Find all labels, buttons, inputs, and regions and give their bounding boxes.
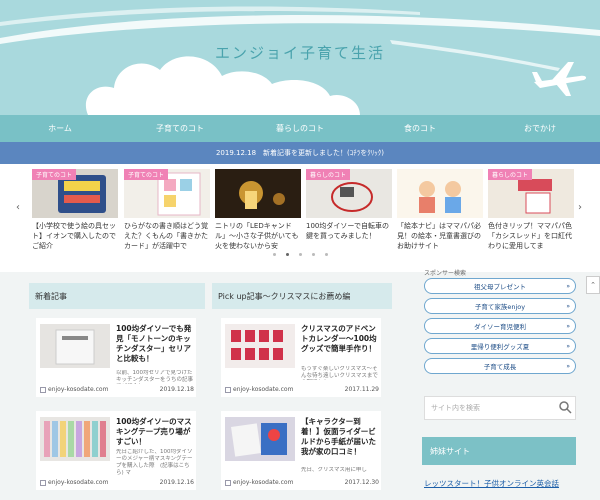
main-nav: ホーム 子育てのコト 暮らしのコト 食のコト おでかけ (0, 115, 600, 142)
article-meta: enjoy-kosodate.com 2019.12.18 (40, 386, 194, 393)
sponsor-search-button[interactable]: ダイソー育児便利 » (424, 318, 576, 334)
carousel-dot[interactable] (272, 253, 276, 256)
favicon-icon (225, 479, 231, 486)
chevron-right-icon: » (566, 322, 570, 330)
article-card[interactable]: 100均ダイソーでも発見「モノトーンのキッチンダスター」セリアと比較も！ 以前、… (36, 318, 196, 397)
carousel-item[interactable]: 「絵本ナビ」はママパパ必見！の絵本・児童書選びのお助けサイト (397, 169, 483, 251)
carousel-next-icon[interactable]: › (578, 202, 582, 213)
carousel-thumbnail (215, 169, 301, 218)
article-card[interactable]: 100均ダイソーのマスキングテープ売り場がすごい！ 先日ご紹介した、100均ダイ… (36, 411, 196, 490)
sponsor-search-button[interactable]: 子育て成長 » (424, 358, 576, 374)
article-site: enjoy-kosodate.com (48, 479, 109, 486)
carousel-item-title: 「絵本ナビ」はママパパ必見！の絵本・児童書選びのお助けサイト (397, 222, 481, 250)
button-label: 子育て成長 (483, 363, 517, 371)
carousel-thumbnail: 子育てのコト (124, 169, 210, 218)
sister-site-link[interactable]: レッツスタート！子供オンライン英会話 (424, 478, 559, 489)
carousel-prev-icon[interactable]: ‹ (16, 202, 20, 213)
article-card[interactable]: クリスマスのアドベントカレンダー〜100均グッズで簡単手作り！ もうすぐ楽しいク… (221, 318, 381, 397)
article-excerpt: 先日ご紹介した、100均ダイソーのメジャー柄マスキングテープを購入した際 (記事… (116, 449, 193, 476)
favicon-icon (40, 479, 46, 486)
carousel-item[interactable]: 子育てのコト 【小学校で使う絵の具セット】イオンで購入したのでご紹介 (32, 169, 118, 251)
article-date: 2019.12.18 (159, 386, 194, 393)
airplane-icon (532, 62, 587, 96)
article-title: クリスマスのアドベントカレンダー〜100均グッズで簡単手作り！ (301, 324, 377, 353)
carousel-item-title: ニトリの「LEDキャンドル」〜小さな子供がいても火を使わないから安 (215, 222, 299, 250)
carousel-item-title: 100均ダイソーで自転車の鍵を買ってみました！ (306, 222, 389, 240)
nav-food[interactable]: 食のコト (360, 115, 480, 142)
category-tag: 暮らしのコト (488, 169, 533, 180)
button-label: 里帰り便利グッズ夏 (470, 343, 530, 351)
article-meta: enjoy-kosodate.com 2017.12.30 (225, 479, 379, 486)
chevron-right-icon: » (566, 362, 570, 370)
article-excerpt: 以前、100均セリアで見つけたキッチンダスターをうちの記事でご紹介し (116, 370, 194, 383)
page: エンジョイ子育て生活 ホーム 子育てのコト 暮らしのコト 食のコト おでかけ 2… (0, 0, 600, 500)
news-banner[interactable]: 2019.12.18 新着記事を更新しました！(ｺﾁﾗをｸﾘｯｸ) (0, 142, 600, 164)
carousel-thumbnail: 暮らしのコト (488, 169, 574, 218)
article-title: 100均ダイソーのマスキングテープ売り場がすごい！ (116, 417, 192, 446)
carousel-thumbnail (397, 169, 483, 218)
carousel-dot[interactable] (298, 253, 302, 256)
sponsor-search-button[interactable]: 子育て家族enjoy » (424, 298, 576, 314)
sponsor-search-button[interactable]: 里帰り便利グッズ夏 » (424, 338, 576, 354)
site-title[interactable]: エンジョイ子育て生活 (0, 42, 600, 63)
article-site: enjoy-kosodate.com (48, 386, 109, 393)
chevron-right-icon: » (566, 282, 570, 290)
article-title: 【キャラクター到着！】仮面ライダービルドから手紙が届いた我が家の口コミ！ (301, 417, 376, 456)
favicon-icon (225, 386, 231, 393)
sponsor-search-label: スポンサー検索 (424, 270, 467, 277)
article-thumbnail (225, 417, 295, 461)
carousel-dot[interactable] (324, 253, 328, 256)
carousel-item-title: ひらがなの書き順はどう覚えた？くもんの「書きかたカード」が活躍中で (124, 222, 208, 250)
nav-home[interactable]: ホーム (0, 115, 120, 142)
button-label: 子育て家族enjoy (474, 303, 526, 311)
chevron-right-icon: » (566, 342, 570, 350)
page-top-icon[interactable]: ⌃ (586, 276, 600, 294)
search-icon[interactable] (558, 400, 573, 415)
carousel-item[interactable]: 暮らしのコト 100均ダイソーで自転車の鍵を買ってみました！ (306, 169, 392, 251)
pickup-articles-header: Pick up記事〜クリスマスにお薦め編 (212, 283, 392, 309)
article-thumbnail (225, 324, 295, 368)
sponsor-search-button[interactable]: 祖父母プレゼント » (424, 278, 576, 294)
article-title: 100均ダイソーでも発見「モノトーンのキッチンダスター」セリアと比較も！ (116, 324, 192, 363)
sister-sites-header: 姉妹サイト (422, 437, 576, 465)
carousel-thumbnail: 子育てのコト (32, 169, 118, 218)
article-excerpt: もうすぐ楽しいクリスマス〜そんな待ち遠しいクリスマスまでの期間もお (301, 366, 378, 379)
carousel-item-title: 【小学校で使う絵の具セット】イオンで購入したのでご紹介 (32, 222, 116, 250)
carousel-thumbnail: 暮らしのコト (306, 169, 392, 218)
category-tag: 子育てのコト (32, 169, 77, 180)
nav-outing[interactable]: おでかけ (480, 115, 600, 142)
carousel-pagination (0, 253, 600, 256)
featured-carousel: ‹ › 子育てのコト 【小学校で使う絵の具セット】イオンで購入したのでご紹介 子… (0, 164, 600, 272)
article-meta: enjoy-kosodate.com 2019.12.16 (40, 479, 194, 486)
carousel-item-title: 色付きリップ！ママパパ色「カシスレッド」を口紅代わりに愛用してま (488, 222, 572, 250)
carousel-item[interactable]: 暮らしのコト 色付きリップ！ママパパ色「カシスレッド」を口紅代わりに愛用してま (488, 169, 574, 251)
nav-living[interactable]: 暮らしのコト (240, 115, 360, 142)
header-hero: エンジョイ子育て生活 (0, 0, 600, 115)
site-search-input[interactable]: サイト内を検索 (424, 396, 576, 420)
article-excerpt: 先日、クリスマス用に申し (301, 467, 367, 473)
article-site: enjoy-kosodate.com (233, 479, 294, 486)
category-tag: 暮らしのコト (306, 169, 351, 180)
article-meta: enjoy-kosodate.com 2017.11.29 (225, 386, 379, 393)
chevron-right-icon: » (566, 302, 570, 310)
category-tag: 子育てのコト (124, 169, 169, 180)
carousel-dot[interactable] (311, 253, 315, 256)
article-thumbnail (40, 324, 110, 368)
button-label: 祖父母プレゼント (474, 283, 526, 291)
article-site: enjoy-kosodate.com (233, 386, 294, 393)
favicon-icon (40, 386, 46, 393)
new-articles-header: 新着記事 (29, 283, 205, 309)
article-date: 2017.12.30 (344, 479, 379, 486)
nav-parenting[interactable]: 子育てのコト (120, 115, 240, 142)
carousel-dot[interactable] (285, 253, 289, 256)
carousel-item[interactable]: 子育てのコト ひらがなの書き順はどう覚えた？くもんの「書きかたカード」が活躍中で (124, 169, 210, 251)
article-card[interactable]: 【キャラクター到着！】仮面ライダービルドから手紙が届いた我が家の口コミ！ 先日、… (221, 411, 381, 490)
button-label: ダイソー育児便利 (474, 323, 526, 331)
article-date: 2019.12.16 (159, 479, 194, 486)
article-date: 2017.11.29 (344, 386, 379, 393)
carousel-item[interactable]: ニトリの「LEDキャンドル」〜小さな子供がいても火を使わないから安 (215, 169, 301, 251)
article-thumbnail (40, 417, 110, 461)
